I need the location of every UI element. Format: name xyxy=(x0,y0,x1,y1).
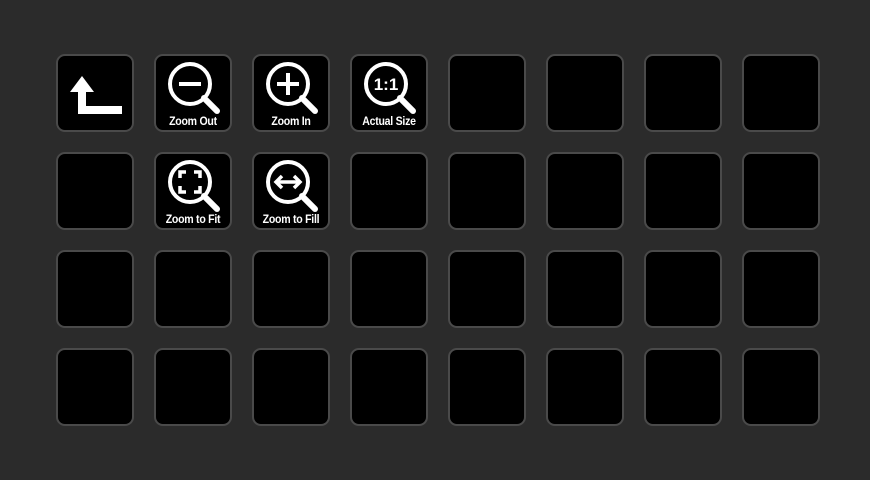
empty-key[interactable] xyxy=(742,54,820,132)
key-label: Zoom to Fit xyxy=(165,212,221,226)
back-arrow-icon xyxy=(70,76,122,114)
zoom-to-fill-icon xyxy=(266,160,318,212)
empty-key[interactable] xyxy=(644,152,722,230)
empty-key[interactable] xyxy=(448,250,526,328)
empty-key[interactable] xyxy=(252,348,330,426)
empty-key[interactable] xyxy=(350,348,428,426)
empty-key[interactable] xyxy=(644,250,722,328)
empty-key[interactable] xyxy=(56,348,134,426)
zoom-in-key[interactable]: Zoom In xyxy=(252,54,330,132)
zoom-to-fit-icon xyxy=(168,160,220,212)
key-grid: Zoom Out Zoom In 1:1 Actual Size Zoom to… xyxy=(56,54,820,426)
empty-key[interactable] xyxy=(448,348,526,426)
zoom-in-icon xyxy=(266,62,318,114)
zoom-to-fill-key[interactable]: Zoom to Fill xyxy=(252,152,330,230)
empty-key[interactable] xyxy=(154,348,232,426)
zoom-to-fit-key[interactable]: Zoom to Fit xyxy=(154,152,232,230)
zoom-out-key[interactable]: Zoom Out xyxy=(154,54,232,132)
empty-key[interactable] xyxy=(350,250,428,328)
actual-size-glyph: 1:1 xyxy=(374,75,399,94)
empty-key[interactable] xyxy=(154,250,232,328)
empty-key[interactable] xyxy=(56,152,134,230)
empty-key[interactable] xyxy=(350,152,428,230)
empty-key[interactable] xyxy=(742,348,820,426)
empty-key[interactable] xyxy=(448,152,526,230)
empty-key[interactable] xyxy=(644,348,722,426)
actual-size-icon: 1:1 xyxy=(364,62,416,114)
empty-key[interactable] xyxy=(546,54,624,132)
empty-key[interactable] xyxy=(742,250,820,328)
zoom-out-icon xyxy=(168,62,220,114)
key-label: Zoom to Fill xyxy=(262,212,320,226)
empty-key[interactable] xyxy=(56,250,134,328)
back-key[interactable] xyxy=(56,54,134,132)
empty-key[interactable] xyxy=(546,152,624,230)
empty-key[interactable] xyxy=(742,152,820,230)
actual-size-key[interactable]: 1:1 Actual Size xyxy=(350,54,428,132)
empty-key[interactable] xyxy=(644,54,722,132)
empty-key[interactable] xyxy=(546,348,624,426)
key-label: Zoom In xyxy=(271,114,311,128)
key-label: Actual Size xyxy=(362,114,416,128)
empty-key[interactable] xyxy=(546,250,624,328)
key-label: Zoom Out xyxy=(169,114,217,128)
empty-key[interactable] xyxy=(448,54,526,132)
empty-key[interactable] xyxy=(252,250,330,328)
